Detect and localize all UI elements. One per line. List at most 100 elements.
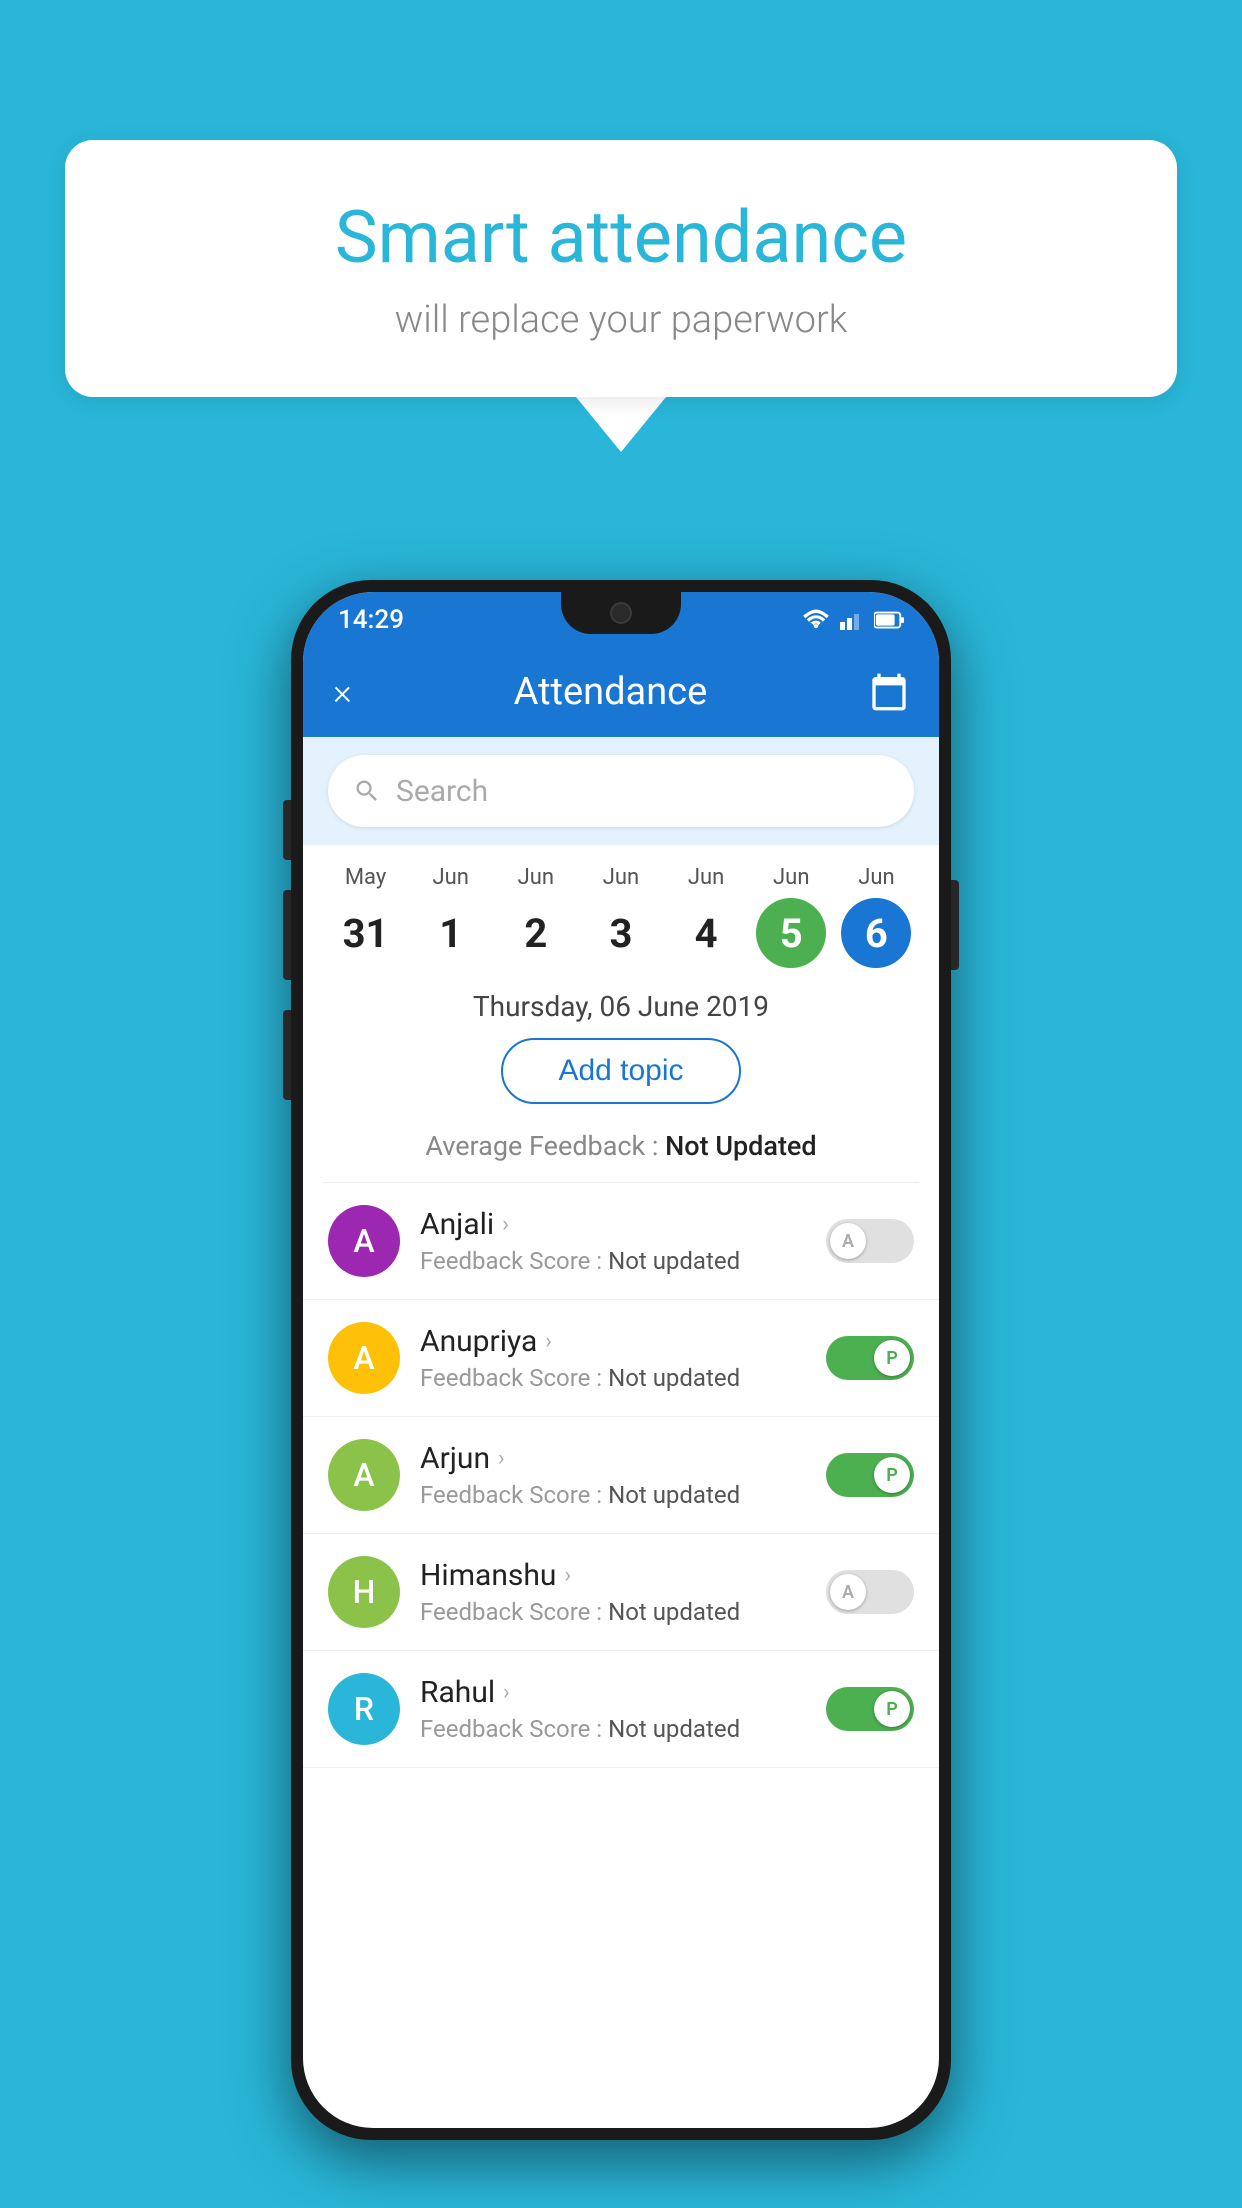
student-info: Arjun › Feedback Score : Not updated <box>420 1441 806 1509</box>
search-icon <box>353 777 381 805</box>
student-feedback: Feedback Score : Not updated <box>420 1247 806 1275</box>
calendar-day-3[interactable]: Jun 3 <box>581 865 661 968</box>
search-placeholder: Search <box>396 774 488 809</box>
student-name: Himanshu › <box>420 1558 806 1593</box>
status-time: 14:29 <box>338 605 404 635</box>
cal-date: 31 <box>331 898 401 968</box>
attendance-toggle[interactable]: A <box>826 1219 914 1263</box>
student-avatar: R <box>328 1673 400 1745</box>
phone-button-left-3 <box>283 1010 291 1100</box>
student-name: Arjun › <box>420 1441 806 1476</box>
cal-month: Jun <box>688 865 724 890</box>
attendance-toggle[interactable]: P <box>826 1336 914 1380</box>
speech-bubble-title: Smart attendance <box>125 195 1117 280</box>
toggle-knob: A <box>830 1574 866 1610</box>
cal-date: 3 <box>586 898 656 968</box>
student-info: Anjali › Feedback Score : Not updated <box>420 1207 806 1275</box>
student-avatar: A <box>328 1439 400 1511</box>
student-name: Anjali › <box>420 1207 806 1242</box>
status-icons <box>802 609 904 631</box>
phone-outer: 14:29 <box>291 580 951 2140</box>
cal-month: Jun <box>858 865 894 890</box>
calendar-day-5[interactable]: Jun 5 <box>751 865 831 968</box>
calendar-day-6[interactable]: Jun 6 <box>836 865 916 968</box>
student-info: Rahul › Feedback Score : Not updated <box>420 1675 806 1743</box>
chevron-icon: › <box>502 1212 509 1237</box>
attendance-toggle[interactable]: P <box>826 1687 914 1731</box>
toggle-switch[interactable]: P <box>826 1336 914 1380</box>
search-bar-container: Search <box>303 737 939 845</box>
attendance-toggle[interactable]: A <box>826 1570 914 1614</box>
toggle-knob: P <box>874 1457 910 1493</box>
cal-month: Jun <box>603 865 639 890</box>
toggle-switch[interactable]: A <box>826 1219 914 1263</box>
student-avatar: H <box>328 1556 400 1628</box>
student-row[interactable]: H Himanshu › Feedback Score : Not updated A <box>303 1534 939 1651</box>
phone-notch <box>561 592 681 634</box>
app-header: × Attendance <box>303 647 939 737</box>
student-row[interactable]: A Anupriya › Feedback Score : Not updated P <box>303 1300 939 1417</box>
add-topic-container: Add topic <box>303 1033 939 1122</box>
student-name: Anupriya › <box>420 1324 806 1359</box>
student-row[interactable]: A Anjali › Feedback Score : Not updated A <box>303 1183 939 1300</box>
student-list: AAnjali ›Feedback Score : Not updatedAAA… <box>303 1183 939 1768</box>
chevron-icon: › <box>564 1563 571 1588</box>
toggle-switch[interactable]: P <box>826 1687 914 1731</box>
phone-button-right <box>951 880 959 970</box>
phone-button-left-1 <box>283 800 291 860</box>
student-info: Himanshu › Feedback Score : Not updated <box>420 1558 806 1626</box>
student-name: Rahul › <box>420 1675 806 1710</box>
close-button[interactable]: × <box>333 671 352 713</box>
student-avatar: A <box>328 1322 400 1394</box>
student-feedback: Feedback Score : Not updated <box>420 1598 806 1626</box>
camera <box>610 602 632 624</box>
student-feedback: Feedback Score : Not updated <box>420 1481 806 1509</box>
chevron-icon: › <box>498 1446 505 1471</box>
calendar-day-4[interactable]: Jun 4 <box>666 865 746 968</box>
average-feedback: Average Feedback : Not Updated <box>303 1122 939 1182</box>
student-avatar: A <box>328 1205 400 1277</box>
cal-month: Jun <box>432 865 468 890</box>
phone-screen: 14:29 <box>303 592 939 2128</box>
avg-feedback-value: Not Updated <box>665 1130 816 1162</box>
speech-bubble: Smart attendance will replace your paper… <box>65 140 1177 397</box>
add-topic-button[interactable]: Add topic <box>501 1038 740 1104</box>
date-label: Thursday, 06 June 2019 <box>303 968 939 1033</box>
toggle-knob: P <box>874 1691 910 1727</box>
chevron-icon: › <box>545 1329 552 1354</box>
speech-bubble-subtitle: will replace your paperwork <box>125 298 1117 342</box>
cal-month: Jun <box>773 865 809 890</box>
student-feedback: Feedback Score : Not updated <box>420 1715 806 1743</box>
calendar-row: May 31 Jun 1 Jun 2 Jun 3 Jun 4 Jun 5 Jun 6 <box>303 845 939 968</box>
cal-date: 1 <box>416 898 486 968</box>
cal-date: 4 <box>671 898 741 968</box>
toggle-switch[interactable]: P <box>826 1453 914 1497</box>
student-feedback: Feedback Score : Not updated <box>420 1364 806 1392</box>
cal-date: 6 <box>841 898 911 968</box>
attendance-toggle[interactable]: P <box>826 1453 914 1497</box>
calendar-day-2[interactable]: Jun 2 <box>496 865 576 968</box>
cal-date: 5 <box>756 898 826 968</box>
student-row[interactable]: R Rahul › Feedback Score : Not updated P <box>303 1651 939 1768</box>
toggle-knob: A <box>830 1223 866 1259</box>
avg-feedback-label: Average Feedback : <box>425 1130 665 1162</box>
toggle-knob: P <box>874 1340 910 1376</box>
speech-bubble-tail <box>576 397 666 452</box>
signal-icon <box>840 609 864 631</box>
phone-button-left-2 <box>283 890 291 980</box>
calendar-icon[interactable] <box>869 672 909 712</box>
calendar-day-0[interactable]: May 31 <box>326 865 406 968</box>
header-title: Attendance <box>514 670 708 714</box>
search-bar[interactable]: Search <box>328 755 914 827</box>
battery-icon <box>874 611 904 629</box>
phone: 14:29 <box>291 580 951 2140</box>
cal-date: 2 <box>501 898 571 968</box>
cal-month: May <box>345 865 386 890</box>
cal-month: Jun <box>518 865 554 890</box>
toggle-switch[interactable]: A <box>826 1570 914 1614</box>
student-row[interactable]: A Arjun › Feedback Score : Not updated P <box>303 1417 939 1534</box>
speech-bubble-container: Smart attendance will replace your paper… <box>65 140 1177 452</box>
student-info: Anupriya › Feedback Score : Not updated <box>420 1324 806 1392</box>
wifi-icon <box>802 609 830 631</box>
calendar-day-1[interactable]: Jun 1 <box>411 865 491 968</box>
